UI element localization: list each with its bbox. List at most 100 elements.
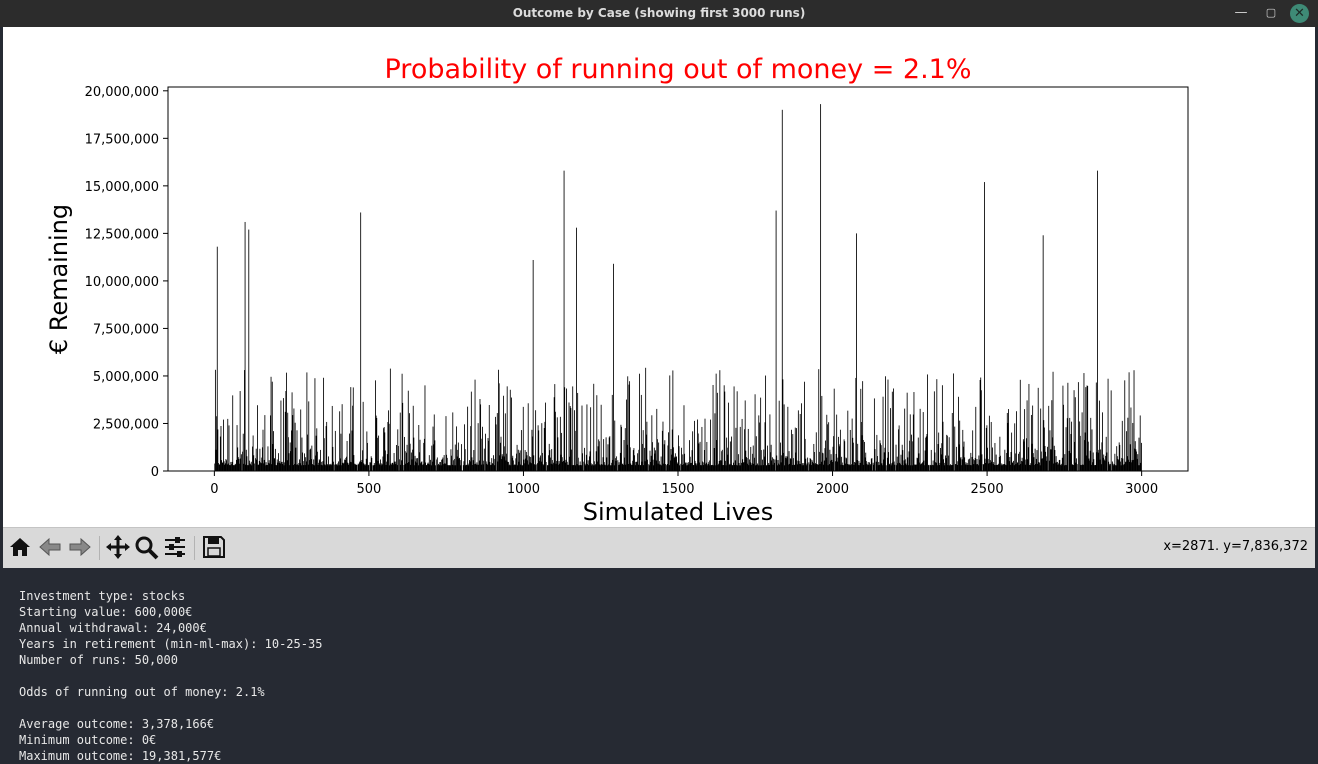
figure-canvas[interactable]: 0 500 1000 1500 2000 2500 3000 0 2,500,000 5,000… — [3, 27, 1315, 527]
y-tick-label: 0 — [151, 465, 159, 480]
chart-bar — [616, 456, 618, 471]
x-tick-label: 1000 — [507, 482, 540, 497]
chart-bar — [240, 454, 242, 471]
plot-toolbar: x=2871. y=7,836,372 — [3, 527, 1315, 568]
chart-bar — [801, 403, 802, 471]
chart-bar — [483, 448, 485, 471]
chart-bar — [576, 227, 577, 471]
console-line: Maximum outcome: 19,381,577€ — [19, 749, 222, 763]
chart-bar — [282, 398, 284, 471]
chart-bar — [765, 375, 767, 471]
chart-bar — [988, 415, 990, 471]
chart-bar — [488, 404, 490, 471]
chart-bar — [1124, 380, 1126, 471]
sliders-icon — [165, 537, 185, 557]
chart-bar — [1016, 411, 1017, 471]
configure-subplots-button[interactable] — [161, 533, 189, 561]
chart-bar — [582, 453, 584, 471]
arrow-left-icon — [39, 537, 61, 557]
chart-bar — [461, 444, 462, 471]
chart-bar — [600, 404, 602, 471]
chart-bar — [232, 395, 234, 471]
chart-bar — [627, 376, 629, 471]
chart-bar — [885, 465, 887, 471]
chart-bar — [847, 410, 849, 471]
chart-bar — [1110, 390, 1112, 471]
chart-bar — [849, 429, 851, 471]
chart-bar — [435, 465, 436, 471]
x-tick-label: 1500 — [661, 482, 694, 497]
chart-bar — [613, 263, 614, 471]
chart-bar — [227, 418, 229, 471]
toolbar-separator — [194, 536, 195, 560]
chart-bar — [747, 428, 749, 471]
chart-bar — [724, 391, 726, 471]
x-tick-label: 500 — [356, 482, 381, 497]
console-line: Odds of running out of money: 2.1% — [19, 685, 265, 699]
chart-bar — [554, 411, 556, 471]
chart-bar — [286, 372, 287, 471]
chart-bar — [1028, 383, 1030, 471]
chart-bar — [669, 375, 671, 471]
console-line: Starting value: 600,000€ — [19, 605, 193, 619]
minimize-button[interactable]: — — [1231, 3, 1251, 23]
chart-bar — [736, 391, 738, 471]
x-ticks: 0 500 1000 1500 2000 2500 3000 — [210, 471, 1158, 497]
zoom-icon — [135, 536, 159, 560]
chart-bar — [891, 391, 893, 471]
chart-bar — [368, 464, 370, 471]
home-icon — [10, 538, 30, 556]
chart-bar — [981, 454, 983, 471]
chart-bar — [1107, 378, 1109, 471]
chart-bar — [735, 427, 737, 471]
chart-bar — [362, 401, 364, 471]
chart-bar — [754, 394, 756, 471]
chart-bar — [564, 387, 566, 471]
chart-bar — [480, 404, 482, 471]
close-button[interactable]: ✕ — [1290, 4, 1309, 23]
chart-bar — [520, 430, 522, 471]
maximize-button[interactable]: ▢ — [1261, 3, 1281, 23]
chart-bar — [624, 428, 626, 471]
forward-button[interactable] — [66, 533, 94, 561]
chart-bar — [527, 403, 529, 471]
back-button[interactable] — [36, 533, 64, 561]
x-axis-label: Simulated Lives — [583, 498, 773, 526]
chart-bar — [807, 457, 809, 471]
floppy-disk-icon — [203, 536, 225, 558]
chart-bar — [397, 445, 399, 471]
chart-bar — [758, 422, 760, 471]
y-tick-label: 20,000,000 — [85, 85, 159, 100]
chart-bar — [775, 210, 777, 471]
chart-bar — [280, 400, 282, 471]
y-tick-label: 5,000,000 — [93, 370, 159, 385]
y-tick-label: 2,500,000 — [93, 417, 159, 432]
save-button[interactable] — [200, 533, 228, 561]
chart-bar — [1106, 452, 1108, 471]
chart-bar — [477, 423, 479, 471]
axes-frame — [167, 86, 1189, 472]
chart-bar — [1081, 412, 1083, 471]
chart-bar — [1128, 372, 1130, 471]
chart-bar — [704, 418, 706, 471]
chart-bar — [828, 422, 830, 471]
zoom-button[interactable] — [132, 533, 160, 561]
chart-bar — [951, 412, 953, 471]
chart-bar — [293, 408, 295, 471]
chart-bar — [388, 423, 390, 471]
chart-bar — [593, 383, 595, 471]
chart-bar — [739, 426, 741, 471]
home-button[interactable] — [6, 533, 34, 561]
chart-bar — [826, 424, 828, 471]
chart-bar — [270, 376, 272, 471]
chart-bar — [874, 449, 876, 471]
chart-bar — [833, 388, 835, 471]
y-tick-label: 15,000,000 — [85, 180, 159, 195]
chart-bar — [787, 406, 789, 471]
chart-bar — [495, 424, 497, 471]
pan-button[interactable] — [104, 533, 132, 561]
chart-bar — [928, 465, 930, 471]
chart-bar — [856, 233, 857, 471]
chart-bar — [1037, 387, 1039, 471]
chart-bar — [474, 379, 476, 471]
